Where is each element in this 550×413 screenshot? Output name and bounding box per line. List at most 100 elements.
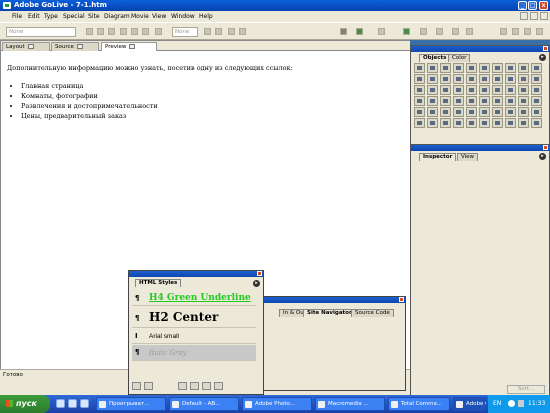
object-icon[interactable] [518,85,529,95]
tab-layout[interactable]: Layout [2,42,50,51]
object-icon[interactable] [453,63,464,73]
table-icon[interactable] [466,28,473,35]
palette-menu-icon[interactable]: ▸ [253,280,260,287]
tab-preview[interactable]: Preview [101,42,157,51]
object-icon[interactable] [440,96,451,106]
language-indicator[interactable]: EN [493,400,501,407]
tab-inspector[interactable]: Inspector [419,153,457,161]
list-item[interactable]: Развлечения и достопримечательности [21,102,407,110]
object-icon[interactable] [453,118,464,128]
tab-objects[interactable]: Objects [419,54,451,62]
task-default[interactable]: Default - AB... [169,397,239,411]
doc-restore-icon[interactable] [530,12,538,20]
object-icon[interactable] [518,63,529,73]
palette-menu-icon[interactable]: ▸ [539,153,546,160]
object-icon[interactable] [440,85,451,95]
object-icon[interactable] [414,96,425,106]
style-row[interactable]: ¶ H2 Center [132,308,256,328]
object-icon[interactable] [440,118,451,128]
trash-icon[interactable] [214,382,223,390]
object-icon[interactable] [505,63,516,73]
close-button[interactable]: x [539,1,548,10]
menu-file[interactable]: File [12,13,22,20]
tab-html-styles[interactable]: HTML Styles [135,279,182,287]
tools-icon[interactable] [436,28,443,35]
object-icon[interactable] [479,107,490,117]
object-icon[interactable] [453,96,464,106]
object-icon[interactable] [414,63,425,73]
indent-icon[interactable] [239,28,246,35]
object-icon[interactable] [518,96,529,106]
object-icon[interactable] [505,96,516,106]
object-icon[interactable] [466,85,477,95]
italic-icon[interactable] [131,28,138,35]
align-right-icon[interactable] [108,28,115,35]
tray-icon[interactable] [508,400,515,407]
menu-window[interactable]: Window [171,13,195,20]
menu-view[interactable]: View [152,13,166,20]
media-icon[interactable] [80,399,89,408]
menu-edit[interactable]: Edit [28,13,40,20]
object-icon[interactable] [427,63,438,73]
menu-diagram[interactable]: Diagram [104,13,130,20]
layout-grid-icon[interactable] [340,28,347,35]
object-icon[interactable] [531,118,542,128]
object-icon[interactable] [427,74,438,84]
sort-button[interactable]: Sort... [507,385,545,394]
paragraph-format-select[interactable]: None [6,27,76,37]
style-row[interactable]: ¶ Italic Gray [132,345,256,361]
maximize-button[interactable]: □ [528,1,537,10]
object-icon[interactable] [479,96,490,106]
close-icon[interactable] [257,271,262,276]
object-icon[interactable] [518,118,529,128]
list-item[interactable]: Комнаты, фотографии [21,92,407,100]
object-icon[interactable] [414,74,425,84]
apply-style-icon[interactable] [190,382,199,390]
desktop-icon[interactable] [68,399,77,408]
doc-minimize-icon[interactable] [520,12,528,20]
font-size-select[interactable]: None [172,27,198,37]
menu-special[interactable]: Special [63,13,85,20]
object-icon[interactable] [453,107,464,117]
object-icon[interactable] [427,96,438,106]
start-button[interactable]: пуск [0,395,50,413]
object-icon[interactable] [427,107,438,117]
object-icon[interactable] [505,118,516,128]
teletype-icon[interactable] [142,28,149,35]
object-icon[interactable] [427,85,438,95]
ie-icon[interactable] [56,399,65,408]
tab-source-code[interactable]: Source Code [351,309,394,317]
menu-movie[interactable]: Movie [131,13,149,20]
tab-view[interactable]: View [457,153,479,161]
object-icon[interactable] [531,107,542,117]
object-icon[interactable] [466,96,477,106]
align-center-icon[interactable] [97,28,104,35]
object-icon[interactable] [414,107,425,117]
doc-close-icon[interactable] [540,12,548,20]
task-macromedia[interactable]: Macromedia ... [315,397,385,411]
layers-icon[interactable] [452,28,459,35]
object-icon[interactable] [466,63,477,73]
help-icon[interactable] [500,28,507,35]
menu-site[interactable]: Site [88,13,100,20]
object-icon[interactable] [427,118,438,128]
style-row[interactable]: ¶ H4 Green Underline [132,291,256,306]
new-style-icon[interactable] [132,382,141,390]
site-link-icon[interactable] [403,28,410,35]
tab-site-navigator[interactable]: Site Navigator [303,309,356,317]
inspector-toggle-icon[interactable] [512,28,519,35]
object-icon[interactable] [414,118,425,128]
object-icon[interactable] [518,107,529,117]
color-toggle-icon[interactable] [536,28,543,35]
preview-browser-icon[interactable] [378,28,385,35]
object-icon[interactable] [440,74,451,84]
object-icon[interactable] [518,74,529,84]
object-icon[interactable] [505,85,516,95]
object-icon[interactable] [492,85,503,95]
tab-source[interactable]: Source [51,42,99,51]
object-icon[interactable] [492,107,503,117]
object-icon[interactable] [492,63,503,73]
list-item[interactable]: Главная страница [21,82,407,90]
task-golive[interactable]: Adobe GoLive ... [453,397,487,411]
close-icon[interactable] [399,297,404,302]
